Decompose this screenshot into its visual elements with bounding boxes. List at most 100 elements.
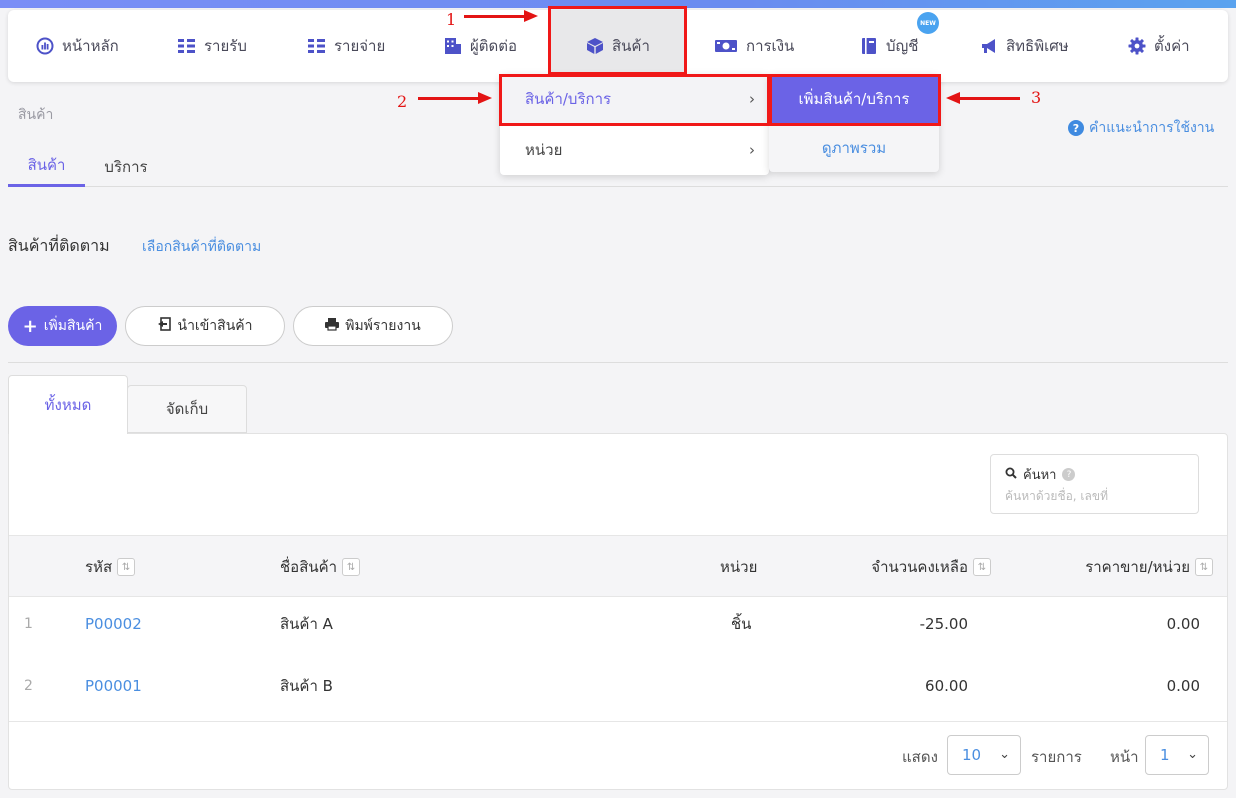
page-size-value: 10 [962,746,982,764]
search-header: ค้นหา ? [1005,464,1076,485]
tab-products[interactable]: สินค้า [8,146,85,187]
search-label: ค้นหา [1023,468,1057,483]
nav-label-income: รายรับ [204,37,247,55]
ledger-icon [860,37,878,55]
select-followed-link[interactable]: เลือกสินค้าที่ติดตาม [142,236,261,258]
contacts-icon [444,37,462,55]
gear-icon [1128,37,1146,55]
tab-services[interactable]: บริการ [92,146,160,187]
nav-item-privileges[interactable]: สิทธิพิเศษ [980,10,1069,82]
search-icon [1005,467,1017,483]
import-icon [157,317,172,335]
dashboard-icon [36,37,54,55]
search-box[interactable]: ค้นหา ? ค้นหาด้วยชื่อ, เลขที่ [990,454,1199,514]
column-stock-label: จำนวนคงเหลือ [871,558,968,576]
product-name: สินค้า A [280,615,333,633]
annotation-box-2 [499,74,770,126]
annotation-arrow-1 [464,10,538,22]
help-icon: ? [1068,120,1084,136]
annotation-arrow-2 [418,92,492,104]
search-help-icon: ? [1062,468,1076,481]
product-unit: ชิ้น [731,615,752,633]
printer-icon [325,317,340,335]
page-size-select[interactable]: 10 ⌄ [947,735,1021,775]
add-product-label: เพิ่มสินค้า [43,318,103,334]
page-select[interactable]: 1 ⌄ [1145,735,1209,775]
column-price-label: ราคาขาย/หน่วย [1085,558,1190,576]
annotation-arrow-3 [946,92,1020,104]
print-report-label: พิมพ์รายงาน [345,318,421,334]
chevron-right-icon: › [749,141,755,159]
income-icon [178,37,196,55]
overview-item[interactable]: ดูภาพรวม [769,123,939,172]
product-stock: -25.00 [919,615,968,633]
annotation-number-3: 3 [1031,88,1042,107]
product-code-link[interactable]: P00002 [85,593,142,655]
sort-icon[interactable]: ⇅ [342,558,361,576]
nav-label-dashboard: หน้าหลัก [62,37,119,55]
page-value: 1 [1160,746,1170,764]
table-row[interactable]: 2 P00001 สินค้า B 60.00 0.00 [9,655,1227,717]
row-index: 2 [24,678,33,694]
nav-label-accounting: บัญชี [886,37,919,55]
product-code-link[interactable]: P00001 [85,655,142,717]
show-label: แสดง [902,748,938,766]
nav-label-expense: รายจ่าย [334,37,386,55]
product-stock: 60.00 [925,677,968,695]
column-unit: หน่วย [720,536,757,598]
product-name: สินค้า B [280,677,333,695]
row-index: 1 [24,616,33,632]
sort-icon[interactable]: ⇅ [1195,558,1213,576]
import-products-button[interactable]: นำเข้าสินค้า [125,306,285,346]
sort-icon[interactable]: ⇅ [973,558,991,576]
megaphone-icon [980,37,998,55]
filter-tab-archived[interactable]: จัดเก็บ [127,385,247,433]
product-price: 0.00 [1166,677,1200,695]
column-price[interactable]: ราคาขาย/หน่วย ⇅ [1085,536,1213,598]
nav-label-settings: ตั้งค่า [1154,37,1190,55]
nav-item-income[interactable]: รายรับ [178,10,247,82]
expense-icon [308,37,326,55]
table-header: รหัส ⇅ ชื่อสินค้า ⇅ หน่วย จำนวนคงเหลือ ⇅… [9,535,1227,597]
column-code-label: รหัส [85,558,113,576]
new-badge: NEW [917,12,939,34]
annotation-box-3 [769,74,941,126]
table-row[interactable]: 1 P00002 สินค้า A ชิ้น -25.00 0.00 [9,593,1227,655]
nav-item-accounting[interactable]: บัญชี [860,10,918,82]
nav-item-dashboard[interactable]: หน้าหลัก [36,10,119,82]
followed-products-title: สินค้าที่ติดตาม [8,236,110,255]
annotation-box-1 [548,6,687,75]
annotation-number-1: 1 [446,10,457,29]
sort-icon[interactable]: ⇅ [117,558,136,576]
nav-item-expense[interactable]: รายจ่าย [308,10,385,82]
help-link[interactable]: ? คำแนะนำการใช้งาน [1068,117,1214,139]
import-products-label: นำเข้าสินค้า [177,318,253,334]
annotation-number-2: 2 [397,92,408,111]
column-name[interactable]: ชื่อสินค้า ⇅ [280,536,361,598]
section-divider [8,362,1228,363]
breadcrumb: สินค้า [18,107,54,123]
column-name-label: ชื่อสินค้า [280,558,338,576]
print-report-button[interactable]: พิมพ์รายงาน [293,306,453,346]
filter-tab-all[interactable]: ทั้งหมด [8,375,128,434]
menu-item-units-label: หน่วย [525,141,563,159]
column-stock[interactable]: จำนวนคงเหลือ ⇅ [871,536,991,598]
nav-item-settings[interactable]: ตั้งค่า [1128,10,1190,82]
chevron-down-icon: ⌄ [1187,747,1198,762]
nav-label-finance: การเงิน [746,37,795,55]
plus-icon: + [22,315,38,337]
chevron-down-icon: ⌄ [999,747,1010,762]
nav-item-finance[interactable]: การเงิน [714,10,794,82]
nav-label-privileges: สิทธิพิเศษ [1006,37,1069,55]
money-icon [714,37,738,55]
page-label: หน้า [1110,748,1139,766]
column-unit-label: หน่วย [720,558,758,576]
table-footer-divider [9,721,1227,722]
menu-item-units[interactable]: หน่วย › [500,125,769,175]
help-link-label: คำแนะนำการใช้งาน [1089,120,1215,136]
add-product-button[interactable]: + เพิ่มสินค้า [8,306,117,346]
product-price: 0.00 [1166,615,1200,633]
items-label: รายการ [1031,748,1082,766]
search-placeholder: ค้นหาด้วยชื่อ, เลขที่ [1005,489,1108,503]
column-code[interactable]: รหัส ⇅ [85,536,136,598]
